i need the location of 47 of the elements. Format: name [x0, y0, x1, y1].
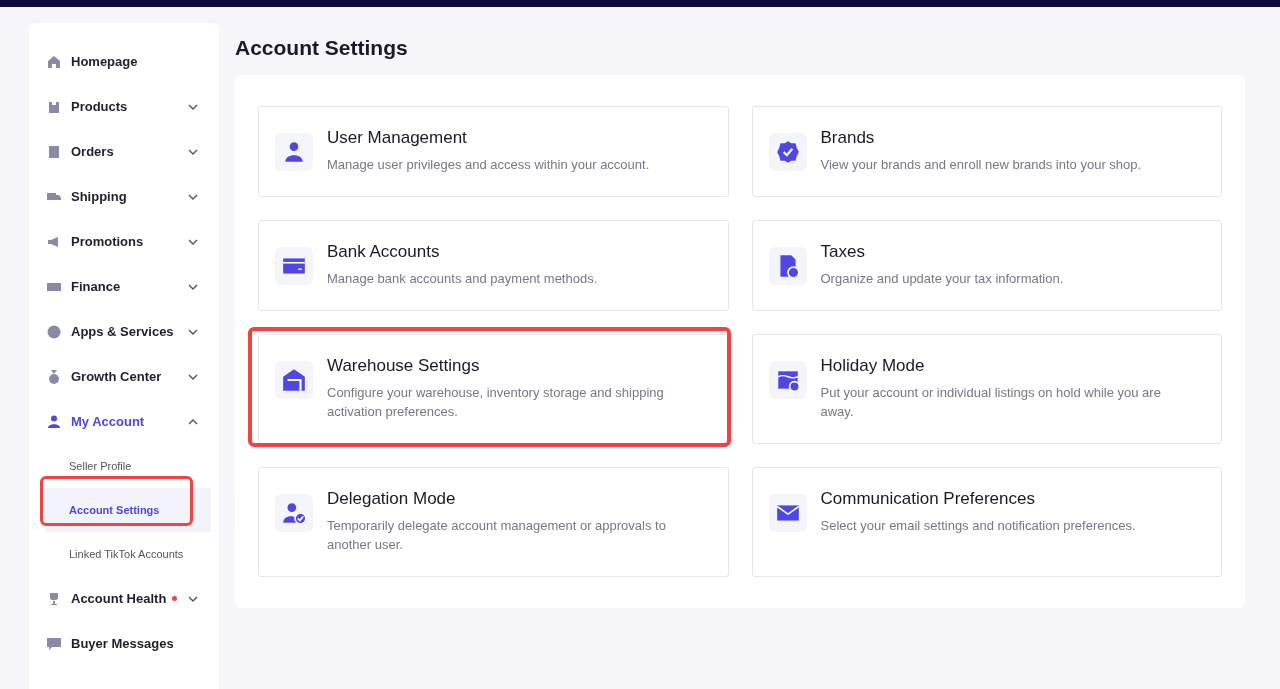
- card-description: Organize and update your tax information.: [820, 269, 1064, 288]
- person-icon: [46, 413, 62, 430]
- nav-item[interactable]: Apps & Services: [29, 309, 219, 354]
- card-title: Communication Preferences: [820, 488, 1036, 510]
- card-title: Delegation Mode: [327, 488, 457, 510]
- page-title: Account Settings: [235, 35, 409, 61]
- nav-item[interactable]: Growth Center: [29, 354, 219, 399]
- card-title: Holiday Mode: [820, 355, 926, 377]
- settings-card[interactable]: User Management Manage user privileges and access within your account.: [258, 106, 729, 197]
- settings-card[interactable]: Bank Accounts Manage bank accounts and payment methods.: [258, 220, 729, 311]
- card-title: Bank Accounts: [327, 241, 441, 263]
- chat-icon: [46, 635, 62, 652]
- settings-card[interactable]: Brands View your brands and enroll new brands into your shop.: [751, 106, 1222, 197]
- nav-item[interactable]: Promotions: [29, 219, 219, 264]
- nav-item[interactable]: Finance: [29, 264, 219, 309]
- card-description: Temporarily delegate account management or approvals to another user.: [327, 516, 667, 554]
- document-icon: [46, 143, 62, 160]
- nav-item[interactable]: Buyer Messages: [29, 621, 219, 666]
- card-title: Taxes: [820, 241, 866, 263]
- settings-card[interactable]: Delegation Mode Temporarily delegate account management or approvals to another user.: [258, 467, 729, 577]
- card-description: Select your email settings and notification preferences.: [820, 516, 1136, 535]
- card-title: Brands: [820, 127, 876, 149]
- medal-icon: [46, 368, 62, 385]
- card-title: Warehouse Settings: [327, 355, 481, 377]
- nav-item[interactable]: Homepage: [29, 39, 219, 84]
- nav-item[interactable]: Products: [29, 84, 219, 129]
- nav-item[interactable]: Account Health: [29, 576, 219, 621]
- nav-item[interactable]: Orders: [29, 129, 219, 174]
- card-description: Manage bank accounts and payment methods.: [327, 269, 598, 288]
- house-icon: [46, 53, 62, 70]
- settings-card[interactable]: Taxes Organize and update your tax information.: [751, 220, 1222, 311]
- submenu-item[interactable]: Account Settings: [45, 488, 211, 532]
- card-description: View your brands and enroll new brands into your shop.: [820, 155, 1142, 174]
- settings-card[interactable]: Warehouse Settings Configure your warehouse, inventory storage and shipping activation preferences.: [258, 334, 729, 444]
- card-description: Put your account or individual listings on hold while you are away.: [820, 383, 1162, 421]
- card-title: User Management: [327, 127, 468, 149]
- settings-card[interactable]: Communication Preferences Select your email settings and notification preferences.: [751, 467, 1222, 577]
- person-check-icon: [281, 500, 307, 526]
- nav-item[interactable]: My Account: [29, 399, 219, 444]
- card-description: Manage user privileges and access within your account.: [327, 155, 650, 174]
- settings-card[interactable]: Holiday Mode Put your account or individual listings on hold while you are away.: [751, 334, 1222, 444]
- warehouse-icon: [281, 367, 307, 393]
- card-description: Configure your warehouse, inventory storage and shipping activation preferences.: [327, 383, 665, 421]
- nav-item[interactable]: Shipping: [29, 174, 219, 219]
- badge-check-icon: [774, 139, 801, 165]
- submenu-item[interactable]: Linked TikTok Accounts: [45, 532, 225, 576]
- submenu-item[interactable]: Seller Profile: [45, 444, 225, 488]
